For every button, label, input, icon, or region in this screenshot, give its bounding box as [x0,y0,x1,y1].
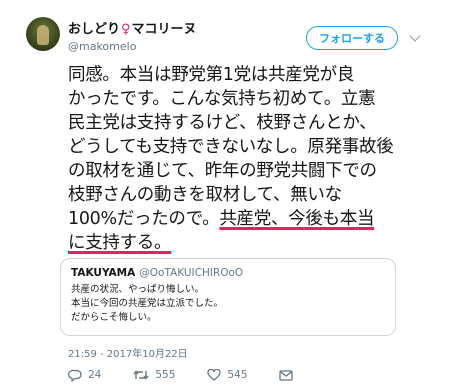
direct-message-button[interactable] [279,369,299,381]
display-name-suffix: マコリーヌ [131,22,197,37]
tweet-card: おしどり♀マコリーヌ @makomelo フォローする 同感。本当は野党第1党は… [0,0,450,392]
tweet-line: どうしても支持できないなし。原発事故後 [68,137,394,157]
follow-button[interactable]: フォローする [306,26,398,50]
action-bar: 24 555 545 [68,367,331,383]
quoted-line: 共産の状況、やっぱり悔しい。 [71,284,205,295]
display-name[interactable]: おしどり♀マコリーヌ [68,18,197,37]
envelope-icon [279,369,294,381]
reply-icon [68,369,82,382]
tweet-line: に支持する。 [68,231,438,255]
like-count: 545 [227,369,248,381]
reply-count: 24 [88,369,102,381]
display-name-prefix: おしどり [68,22,121,37]
quoted-handle: @OoTAKUICHIROoO [139,267,244,279]
quoted-tweet[interactable]: TAKUYAMA @OoTAKUICHIROoO 共産の状況、やっぱり悔しい。 本… [60,258,396,336]
avatar-figure [37,25,49,45]
user-handle[interactable]: @makomelo [68,40,197,53]
tweet-text: 同感。本当は野党第1党は共産党が良 かったです。こんな気持ち初めて。立憲 民主党… [68,63,438,255]
tweet-line: 100%だったので。共産党、今後も本当 [68,207,438,231]
tweet-line-text: 100%だったので。 [68,209,220,229]
quoted-line: だからこそ悔しい。 [71,312,157,323]
reply-button[interactable]: 24 [68,369,101,382]
tweet-line: 民主党は支持するけど、枝野さんとか、 [68,113,377,133]
tweet-line: 同感。本当は野党第1党は共産党が良 [68,65,355,85]
retweet-icon [133,370,149,380]
heart-icon [207,369,222,381]
retweet-button[interactable]: 555 [133,369,175,381]
timestamp[interactable]: 21:59 - 2017年10月22日 [68,345,188,360]
chevron-down-icon[interactable] [409,30,421,42]
like-button[interactable]: 545 [207,369,247,381]
highlighted-text: 共産党、今後も本当 [219,209,375,229]
avatar[interactable] [26,17,60,51]
quoted-display-name: TAKUYAMA [71,267,136,279]
user-info: おしどり♀マコリーヌ @makomelo [68,18,197,53]
retweet-count: 555 [155,369,176,381]
quoted-tweet-header: TAKUYAMA @OoTAKUICHIROoO [71,267,385,279]
quoted-tweet-body: 共産の状況、やっぱり悔しい。 本当に今回の共産党は立派でした。 だからこそ悔しい… [71,283,385,325]
tweet-line: かったです。こんな気持ち初めて。立憲 [68,89,376,109]
highlighted-text: に支持する。 [68,233,172,253]
tweet-line: 枝野さんの動きを取材して、無いな [68,185,342,205]
tweet-line: の取材を通じて、昨年の野党共闘下での [68,161,377,181]
female-sign-icon: ♀ [121,22,131,37]
quoted-line: 本当に今回の共産党は立派でした。 [71,298,224,309]
